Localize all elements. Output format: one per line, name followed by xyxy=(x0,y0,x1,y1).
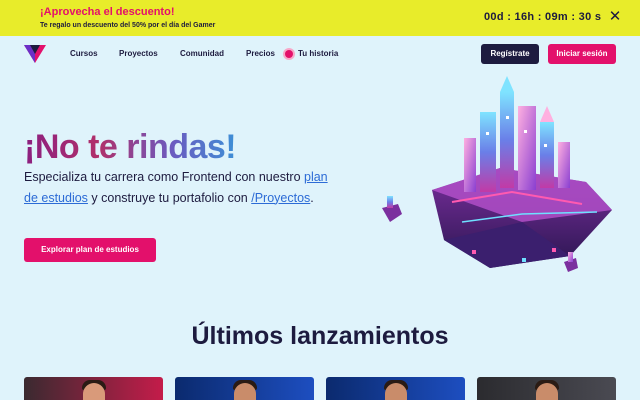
promo-title: ¡Aprovecha el descuento! xyxy=(40,6,175,18)
nav-link-comunidad[interactable]: Comunidad xyxy=(180,49,224,58)
nav-link-proyectos[interactable]: Proyectos xyxy=(119,49,158,58)
course-thumbnail-image xyxy=(233,383,256,400)
explore-study-plan-button[interactable]: Explorar plan de estudios xyxy=(24,238,156,262)
login-button[interactable]: Iniciar sesión xyxy=(548,44,616,64)
hero-text-part: y construye tu portafolio con xyxy=(87,190,252,205)
floating-city-illustration xyxy=(382,76,612,272)
course-card[interactable] xyxy=(477,377,616,400)
nav-link-cursos[interactable]: Cursos xyxy=(70,49,98,58)
nav-link-tu-historia[interactable]: Tu historia xyxy=(298,49,338,58)
hero-title: ¡No te rindas! xyxy=(24,128,237,166)
course-thumbnail-image xyxy=(535,383,558,400)
countdown-timer: 00d : 16h : 09m : 30 s xyxy=(484,11,602,23)
course-card[interactable] xyxy=(24,377,163,400)
hero-text-part: Especializa tu carrera como Frontend con… xyxy=(24,170,304,184)
latest-releases-title: Últimos lanzamientos xyxy=(191,322,449,350)
course-card[interactable] xyxy=(326,377,465,400)
promo-subtitle: Te regalo un descuento del 50% por el dí… xyxy=(40,22,216,29)
course-thumbnail-image xyxy=(384,383,407,400)
nav-link-precios[interactable]: Precios xyxy=(246,49,275,58)
register-button[interactable]: Regístrate xyxy=(481,44,539,64)
course-thumbnail-image xyxy=(82,383,105,400)
navbar: Cursos Proyectos Comunidad Precios Tu hi… xyxy=(0,36,640,72)
promo-banner: ¡Aprovecha el descuento! Te regalo un de… xyxy=(0,0,640,36)
story-live-dot-icon xyxy=(285,50,293,58)
hero-description: Especializa tu carrera como Frontend con… xyxy=(24,167,334,208)
projects-link[interactable]: /Proyectos xyxy=(251,191,310,205)
hero-text-part: . xyxy=(310,190,314,205)
triangle-logo-icon[interactable] xyxy=(24,45,46,63)
close-icon[interactable]: ✕ xyxy=(607,9,623,25)
course-card[interactable] xyxy=(175,377,314,400)
